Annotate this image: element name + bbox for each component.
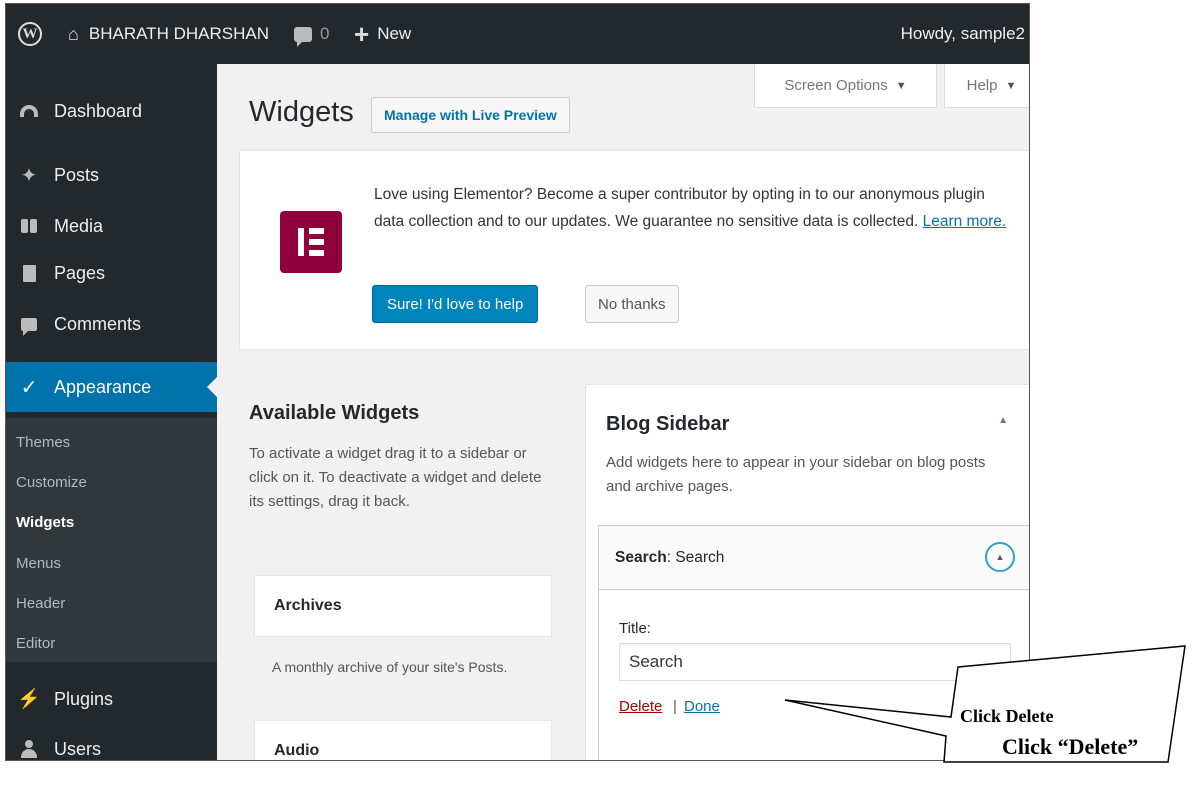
callout-label: Click Delete — [960, 706, 1054, 726]
callout-annotation — [784, 645, 1186, 763]
callout-label-quoted: Click “Delete” — [1002, 734, 1139, 759]
